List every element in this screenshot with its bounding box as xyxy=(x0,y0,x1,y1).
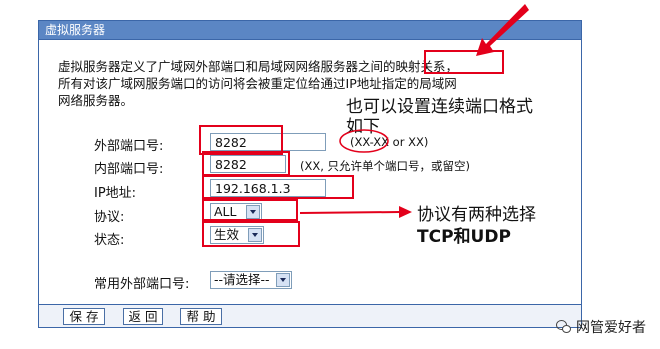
back-button[interactable]: 返 回 xyxy=(123,308,163,325)
mapping-arrow-icon xyxy=(476,4,529,56)
watermark-text: 网管爱好者 xyxy=(576,320,646,336)
status-label: 状态: xyxy=(94,233,125,248)
button-bar: 保 存 返 回 帮 助 xyxy=(39,304,581,327)
protocol-arrow-icon xyxy=(299,206,412,218)
chevron-down-icon xyxy=(276,273,290,287)
protocol-label: 协议: xyxy=(94,210,125,225)
protocol-highlight-box xyxy=(202,199,298,221)
internal-port-label: 内部端口号: xyxy=(94,162,164,177)
description-line1: 虚拟服务器定义了广域网外部端口和局域网网络服务器之间的 xyxy=(58,59,396,74)
watermark: 网管爱好者 xyxy=(556,317,646,337)
common-port-label: 常用外部端口号: xyxy=(94,277,190,292)
common-port-select[interactable]: --请选择-- xyxy=(210,271,292,289)
description-line2: 所有对该广域网服务端口的访问将会被重定位给通过IP地址指定的局域网 xyxy=(58,76,457,91)
internal-port-highlight-box xyxy=(202,151,290,176)
hint-circle-icon xyxy=(339,129,389,153)
internal-port-hint: (XX, 只允许单个端口号，或留空) xyxy=(300,159,471,173)
wechat-icon xyxy=(556,319,572,335)
ip-highlight-box xyxy=(202,175,354,199)
common-port-value: --请选择-- xyxy=(214,272,270,287)
ip-label: IP地址: xyxy=(94,186,137,201)
help-button[interactable]: 帮 助 xyxy=(180,308,222,325)
external-port-label: 外部端口号: xyxy=(94,139,164,154)
status-highlight-box xyxy=(202,221,300,247)
protocol-note-line2: TCP和UDP xyxy=(417,227,511,247)
save-button[interactable]: 保 存 xyxy=(63,308,105,325)
